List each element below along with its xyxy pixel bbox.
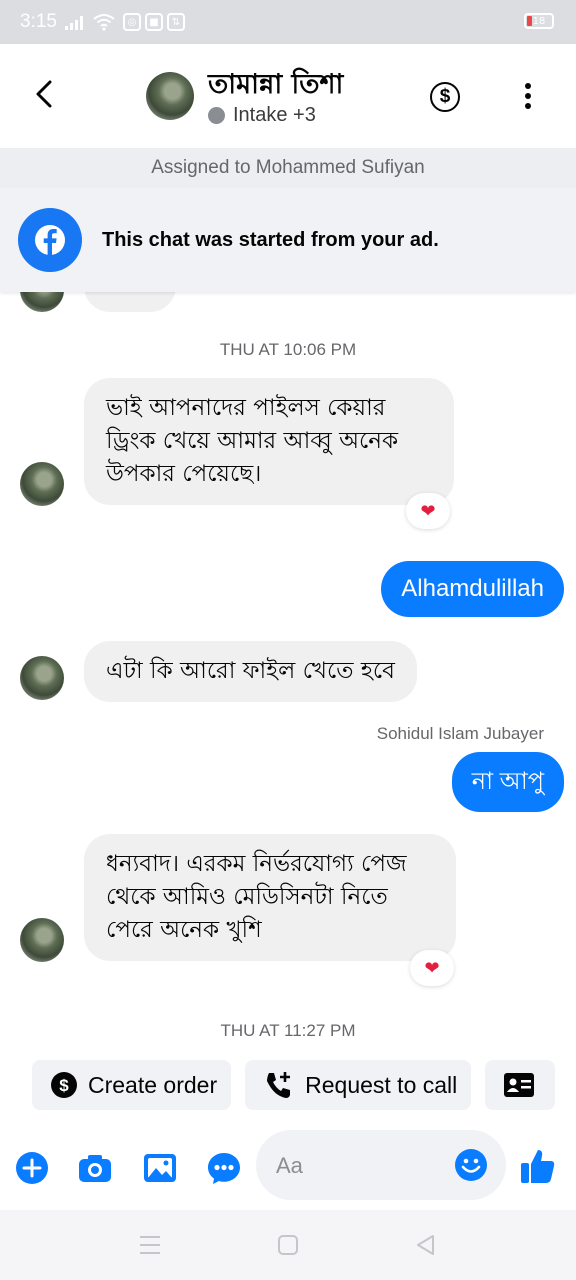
emoji-icon[interactable] bbox=[454, 1148, 488, 1182]
assigned-banner: Assigned to Mohammed Sufiyan bbox=[0, 148, 576, 188]
message-line: ভাই আপনাদের পাইলস কেয়ার bbox=[106, 395, 386, 421]
contact-card-button[interactable] bbox=[485, 1060, 556, 1110]
camera-icon[interactable] bbox=[77, 1150, 113, 1186]
data-notification-icon: ⇅ bbox=[166, 13, 185, 31]
message-input-container[interactable] bbox=[256, 1130, 506, 1200]
outgoing-message-bubble[interactable]: না আপু bbox=[451, 752, 564, 812]
signal-icon bbox=[64, 14, 83, 30]
vpn-notification-icon: ■ bbox=[144, 13, 163, 31]
heart-reaction-icon[interactable]: ❤ bbox=[410, 950, 454, 986]
svg-text:$: $ bbox=[59, 1076, 69, 1095]
home-icon[interactable] bbox=[277, 1234, 299, 1256]
message-avatar bbox=[20, 656, 64, 700]
dollar-icon: $ bbox=[439, 86, 451, 107]
message-list[interactable]: THU AT 10:06 PM ভাই আপনাদের পাইলস কেয়ার… bbox=[0, 292, 576, 1052]
recent-apps-icon[interactable] bbox=[138, 1234, 162, 1256]
message-timestamp: THU AT 11:27 PM bbox=[220, 1021, 356, 1040]
contact-avatar[interactable] bbox=[146, 72, 194, 120]
battery-level: 18 bbox=[532, 15, 546, 27]
sender-name: Sohidul Islam Jubayer bbox=[376, 724, 544, 743]
contact-card-icon bbox=[503, 1072, 535, 1098]
message-timestamp: THU AT 10:06 PM bbox=[219, 340, 357, 359]
app-notification-icon: ◎ bbox=[122, 13, 141, 31]
message-line: থেকে আমিও মেডিসিনটা নিতে bbox=[106, 884, 388, 910]
status-bar: 3:15 ◎ ■ ⇅ 18 bbox=[0, 0, 576, 44]
message-line: এটা কি আরো ফাইল খেতে হবে bbox=[106, 658, 395, 684]
ad-origin-text: This chat was started from your ad. bbox=[102, 228, 439, 251]
create-order-button[interactable]: $ Create order bbox=[32, 1060, 232, 1110]
like-thumb-icon[interactable] bbox=[518, 1146, 558, 1186]
message-line: উপকার পেয়েছে। bbox=[106, 461, 262, 487]
facebook-icon bbox=[18, 208, 82, 272]
outgoing-message-bubble[interactable]: Alhamdulillah bbox=[381, 561, 564, 617]
message-avatar bbox=[20, 462, 64, 506]
message-composer bbox=[0, 1124, 576, 1210]
more-options-icon[interactable] bbox=[516, 80, 540, 112]
contact-name[interactable]: তামান্না তিশা bbox=[208, 64, 343, 109]
message-input[interactable] bbox=[276, 1150, 446, 1182]
request-call-button[interactable]: Request to call bbox=[245, 1060, 472, 1110]
label-dot-icon bbox=[208, 107, 225, 124]
chat-options-icon[interactable] bbox=[206, 1150, 242, 1186]
battery-icon: 18 bbox=[524, 13, 554, 29]
wifi-icon bbox=[93, 14, 115, 31]
phone-add-icon bbox=[263, 1070, 295, 1100]
incoming-message-bubble[interactable]: ভাই আপনাদের পাইলস কেয়ার ড্রিংক খেয়ে আম… bbox=[84, 378, 454, 505]
ad-origin-banner: This chat was started from your ad. bbox=[0, 188, 576, 292]
nav-back-icon[interactable] bbox=[414, 1233, 436, 1257]
payment-button[interactable]: $ bbox=[430, 82, 460, 112]
create-order-label: Create order bbox=[88, 1071, 218, 1098]
back-arrow-icon[interactable] bbox=[26, 74, 66, 114]
chat-header: তামান্না তিশা Intake +3 $ bbox=[0, 44, 576, 148]
incoming-message-bubble[interactable]: এটা কি আরো ফাইল খেতে হবে bbox=[84, 641, 417, 702]
system-nav-bar bbox=[0, 1210, 576, 1280]
add-icon[interactable] bbox=[14, 1150, 50, 1186]
message-line: পেরে অনেক খুশি bbox=[106, 917, 262, 943]
request-call-label: Request to call bbox=[305, 1071, 458, 1098]
message-line: ধন্যবাদ। এরকম নির্ভরযোগ্য পেজ bbox=[106, 851, 407, 877]
contact-label: Intake +3 bbox=[233, 104, 316, 126]
message-bubble-partial[interactable] bbox=[84, 292, 176, 312]
message-avatar bbox=[20, 292, 64, 312]
gallery-icon[interactable] bbox=[142, 1150, 178, 1186]
incoming-message-bubble[interactable]: ধন্যবাদ। এরকম নির্ভরযোগ্য পেজ থেকে আমিও … bbox=[84, 834, 456, 961]
message-avatar bbox=[20, 918, 64, 962]
status-time: 3:15 bbox=[20, 11, 57, 32]
quick-actions-bar: $ Create order Request to call bbox=[32, 1060, 556, 1110]
message-line: ড্রিংক খেয়ে আমার আব্বু অনেক bbox=[106, 428, 399, 454]
dollar-circle-icon: $ bbox=[50, 1071, 78, 1099]
contact-label-row[interactable]: Intake +3 bbox=[208, 104, 316, 127]
heart-reaction-icon[interactable]: ❤ bbox=[406, 493, 450, 529]
